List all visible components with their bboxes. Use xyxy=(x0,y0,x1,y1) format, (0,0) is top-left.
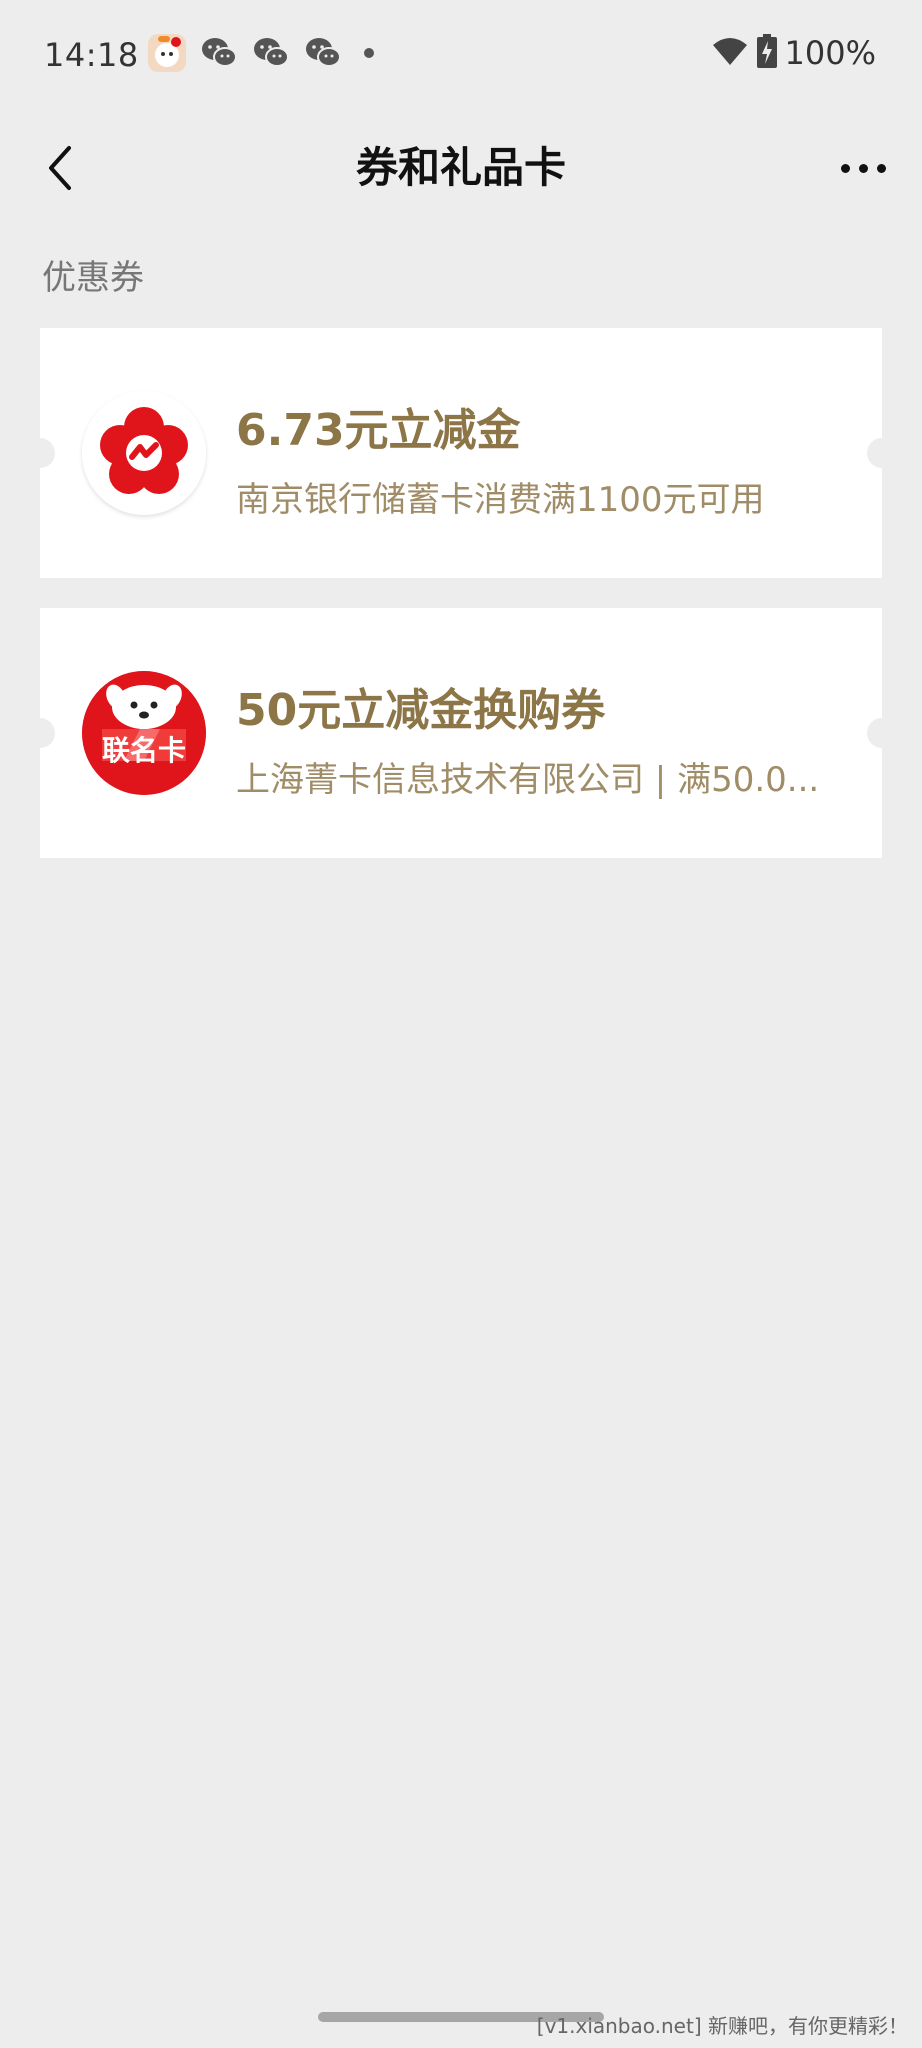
battery-percent: 100% xyxy=(784,34,876,72)
coupon-description: 南京银行储蓄卡消费满1100元可用 xyxy=(236,480,765,520)
wechat-icon xyxy=(304,35,342,71)
watermark: [v1.xianbao.net] 新赚吧，有你更精彩！ xyxy=(536,2014,908,2038)
more-dot xyxy=(876,163,886,173)
app-notification-icon xyxy=(148,34,186,72)
ticket-notch xyxy=(867,438,897,468)
more-dot xyxy=(858,163,868,173)
more-button[interactable] xyxy=(828,138,898,198)
jd-co-branded-card-logo: 联名卡 xyxy=(82,671,206,795)
ticket-notch xyxy=(25,438,55,468)
page: 14:18 100% 券和礼品卡 优惠券 6.73元立减金 南京银行储蓄卡消费满… xyxy=(0,0,922,2048)
wechat-icon xyxy=(252,35,290,71)
status-bar: 14:18 100% xyxy=(0,0,922,110)
wechat-icon xyxy=(200,35,238,71)
coupon-card[interactable]: 6.73元立减金 南京银行储蓄卡消费满1100元可用 xyxy=(25,328,897,578)
page-title: 券和礼品卡 xyxy=(355,143,566,192)
nav-bar: 券和礼品卡 xyxy=(0,110,922,220)
nanjing-bank-logo xyxy=(82,391,206,515)
coupon-title: 50元立减金换购券 xyxy=(236,685,606,736)
ticket-notch xyxy=(25,718,55,748)
coupon-card[interactable]: 联名卡 50元立减金换购券 上海菁卡信息技术有限公司 | 满50.0... xyxy=(25,608,897,858)
more-dots-icon xyxy=(840,163,850,173)
logo-text: 联名卡 xyxy=(101,734,186,767)
notification-icons xyxy=(148,34,374,72)
battery-charging-icon xyxy=(756,34,777,72)
status-time: 14:18 xyxy=(44,36,139,74)
coupon-title: 6.73元立减金 xyxy=(236,405,521,456)
coupon-description: 上海菁卡信息技术有限公司 | 满50.0... xyxy=(236,760,820,800)
section-label-coupons: 优惠券 xyxy=(42,258,144,298)
ticket-notch xyxy=(867,718,897,748)
wifi-icon xyxy=(711,35,749,71)
system-status: 100% xyxy=(711,34,876,72)
more-notifications-dot xyxy=(364,48,374,58)
